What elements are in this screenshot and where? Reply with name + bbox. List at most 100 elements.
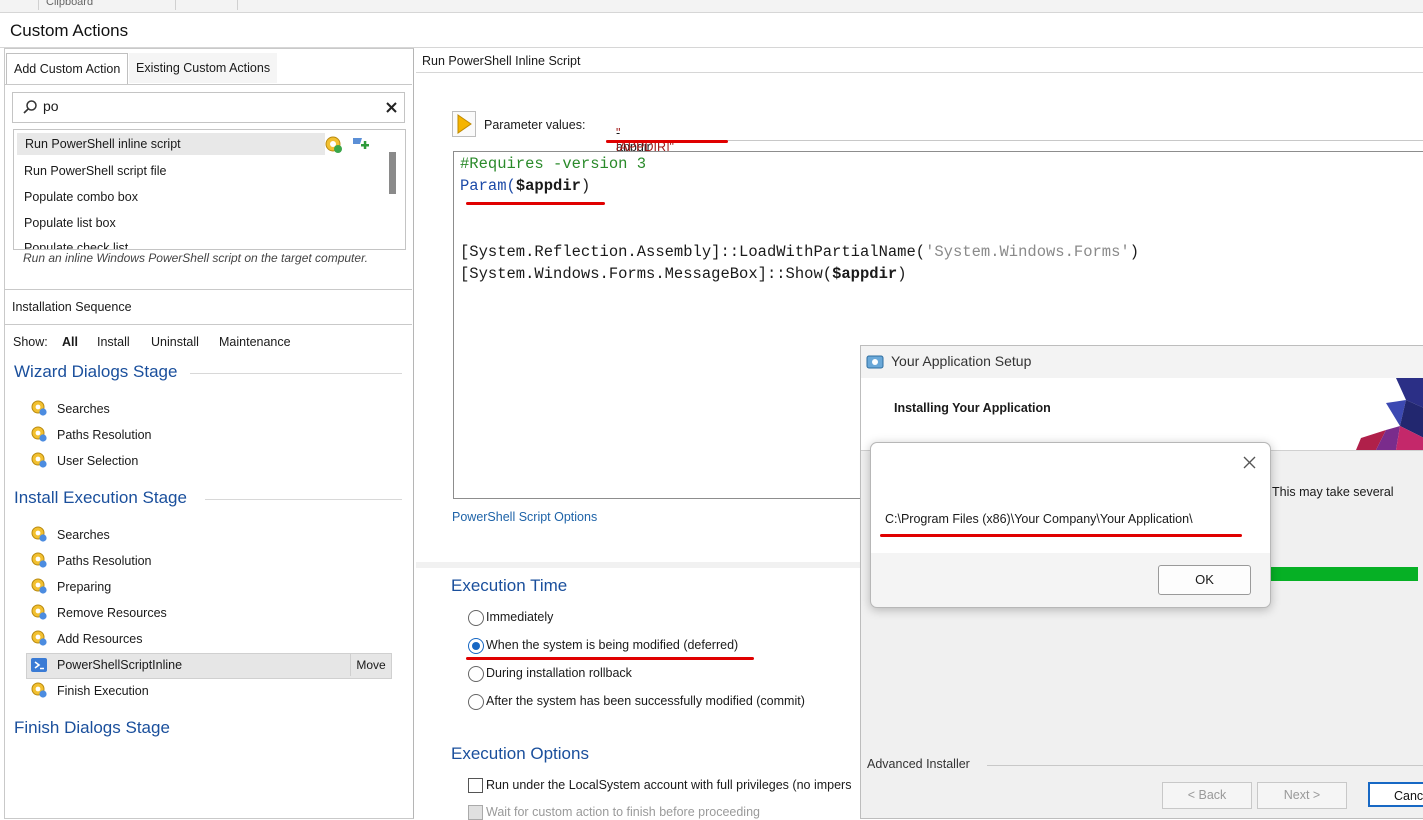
setup-banner-title: Installing Your Application bbox=[894, 401, 1051, 415]
search-box[interactable]: po bbox=[12, 92, 405, 123]
annotation-underline bbox=[606, 140, 728, 143]
search-input[interactable]: po bbox=[43, 98, 59, 114]
code-line: #Requires -version 3 bbox=[460, 155, 647, 173]
checkbox-localsystem[interactable] bbox=[468, 778, 483, 793]
sequence-item[interactable]: Remove Resources bbox=[57, 606, 167, 620]
filter-uninstall[interactable]: Uninstall bbox=[151, 335, 199, 349]
list-item-label: Run PowerShell inline script bbox=[25, 137, 181, 151]
cancel-button[interactable]: Canc bbox=[1368, 782, 1423, 807]
parameter-values-label: Parameter values: bbox=[484, 118, 586, 132]
sequence-item[interactable]: Paths Resolution bbox=[57, 554, 152, 568]
radio-label: During installation rollback bbox=[486, 666, 632, 680]
execution-time-title: Execution Time bbox=[451, 576, 568, 595]
powershell-script-options-link[interactable]: PowerShell Script Options bbox=[452, 510, 597, 524]
sequence-item[interactable]: Finish Execution bbox=[57, 684, 149, 698]
stage-divider bbox=[190, 373, 402, 374]
ribbon-group-label: Clipboard bbox=[46, 0, 94, 8]
setup-progress-bar bbox=[1271, 567, 1418, 581]
ribbon-strip: Clipboard bbox=[0, 0, 1423, 13]
radio-label: When the system is being modified (defer… bbox=[486, 638, 739, 652]
radio-commit[interactable] bbox=[468, 694, 484, 710]
filter-all[interactable]: All bbox=[62, 335, 78, 349]
list-scrollbar[interactable] bbox=[389, 152, 396, 194]
radio-rollback[interactable] bbox=[468, 666, 484, 682]
setup-title: Your Application Setup bbox=[891, 353, 1032, 369]
sequence-item[interactable]: Preparing bbox=[57, 580, 111, 594]
tab-add-custom-action[interactable]: Add Custom Action bbox=[6, 53, 129, 84]
stage-title: Wizard Dialogs Stage bbox=[14, 362, 178, 381]
gear-icon bbox=[31, 578, 47, 594]
annotation-underline bbox=[466, 657, 754, 660]
properties-header: Run PowerShell Inline Script bbox=[416, 48, 1423, 73]
checkbox-label: Run under the LocalSystem account with f… bbox=[486, 778, 852, 792]
show-label: Show: bbox=[13, 335, 48, 349]
list-item[interactable]: Run PowerShell script file bbox=[24, 164, 166, 178]
message-text: C:\Program Files (x86)\Your Company\Your… bbox=[885, 512, 1193, 526]
execution-options-title: Execution Options bbox=[451, 744, 589, 763]
gear-icon[interactable] bbox=[323, 134, 343, 154]
code-token: $appdir bbox=[832, 265, 898, 283]
list-item[interactable]: Populate list box bbox=[24, 216, 116, 230]
search-icon bbox=[23, 100, 37, 114]
annotation-underline bbox=[466, 202, 605, 205]
code-token: Param( bbox=[460, 177, 516, 195]
page-titlebar: Custom Actions bbox=[0, 13, 1423, 48]
setup-titlebar: Your Application Setup bbox=[861, 346, 1423, 378]
sequence-item[interactable]: Searches bbox=[57, 528, 110, 542]
code-token: ) bbox=[897, 265, 907, 283]
gear-icon bbox=[31, 630, 47, 646]
setup-brand: Advanced Installer bbox=[867, 757, 970, 771]
list-item[interactable]: Populate check list bbox=[24, 241, 128, 249]
list-item-selected[interactable]: Run PowerShell inline script bbox=[17, 133, 325, 155]
filter-install[interactable]: Install bbox=[97, 335, 130, 349]
run-icon[interactable] bbox=[452, 111, 476, 137]
annotation-underline bbox=[880, 534, 1242, 537]
gear-icon bbox=[31, 426, 47, 442]
page-title: Custom Actions bbox=[10, 21, 129, 40]
parameter-values-field[interactable]: -appdir "[APPDIR]" bbox=[606, 112, 1423, 154]
tab-divider bbox=[4, 84, 412, 85]
stage-divider bbox=[205, 499, 402, 500]
sequence-item-label: PowerShellScriptInline bbox=[57, 658, 183, 672]
setup-app-icon bbox=[866, 355, 884, 369]
setup-brand-divider bbox=[987, 765, 1423, 766]
clear-icon[interactable] bbox=[386, 102, 397, 113]
back-button[interactable]: < Back bbox=[1162, 782, 1252, 809]
checkbox-wait[interactable] bbox=[468, 805, 483, 820]
section-title: Installation Sequence bbox=[12, 300, 132, 314]
sequence-item[interactable]: User Selection bbox=[57, 454, 138, 468]
ok-button[interactable]: OK bbox=[1158, 565, 1251, 595]
message-box: C:\Program Files (x86)\Your Company\Your… bbox=[870, 442, 1271, 608]
gear-icon bbox=[31, 552, 47, 568]
sequence-item[interactable]: Searches bbox=[57, 402, 110, 416]
custom-action-list[interactable]: Run PowerShell inline script Run PowerSh… bbox=[13, 129, 406, 250]
radio-immediately[interactable] bbox=[468, 610, 484, 626]
code-token: [System.Reflection.Assembly]::LoadWithPa… bbox=[460, 243, 926, 261]
next-button[interactable]: Next > bbox=[1257, 782, 1347, 809]
powershell-icon bbox=[31, 658, 47, 672]
list-item[interactable]: Populate combo box bbox=[24, 190, 138, 204]
code-token: ) bbox=[1129, 243, 1140, 261]
stage-title: Install Execution Stage bbox=[14, 488, 187, 507]
sequence-item[interactable]: Paths Resolution bbox=[57, 428, 152, 442]
move-button[interactable]: Move bbox=[350, 654, 391, 676]
code-token: 'System.Windows.Forms' bbox=[925, 243, 1130, 261]
code-token: $appdir bbox=[515, 177, 581, 195]
gear-icon bbox=[31, 682, 47, 698]
code-token: [System.Windows.Forms.MessageBox]::Show( bbox=[460, 265, 833, 283]
properties-title: Run PowerShell Inline Script bbox=[422, 54, 581, 68]
setup-status: This may take several bbox=[1272, 485, 1394, 499]
radio-label: After the system has been successfully m… bbox=[486, 694, 805, 708]
gear-icon bbox=[31, 604, 47, 620]
setup-banner-graphic bbox=[1356, 378, 1423, 450]
close-icon[interactable] bbox=[1243, 456, 1256, 469]
gear-icon bbox=[31, 526, 47, 542]
add-to-sequence-icon[interactable] bbox=[350, 134, 372, 154]
sequence-item[interactable]: Add Resources bbox=[57, 632, 142, 646]
code-token: ) bbox=[580, 177, 591, 195]
filter-maintenance[interactable]: Maintenance bbox=[219, 335, 291, 349]
setup-banner: Installing Your Application bbox=[861, 378, 1423, 451]
tab-existing-custom-actions[interactable]: Existing Custom Actions bbox=[129, 53, 278, 83]
radio-deferred[interactable] bbox=[468, 638, 484, 654]
gear-icon bbox=[31, 400, 47, 416]
